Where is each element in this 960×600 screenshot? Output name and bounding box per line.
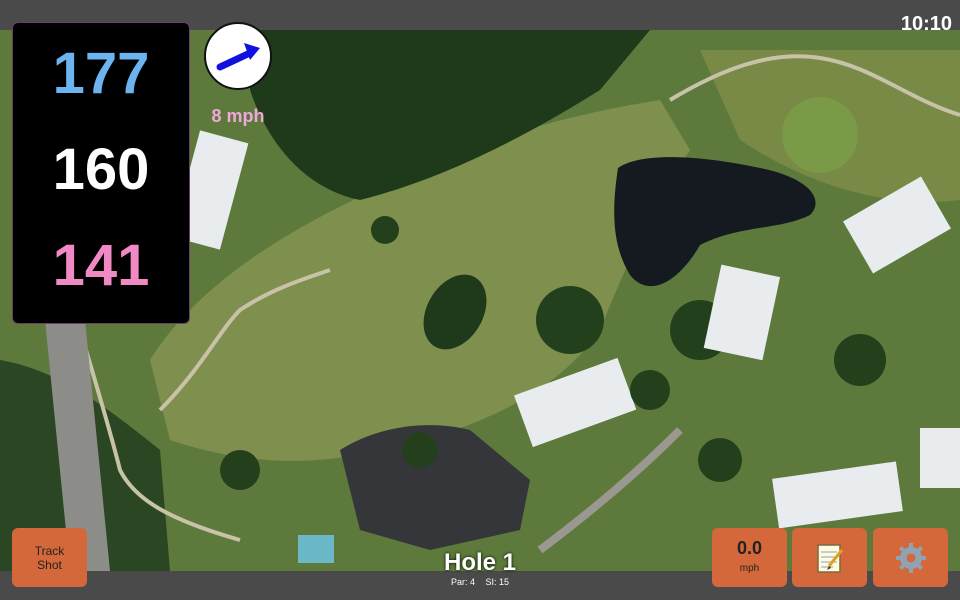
back-distance: 177 [52,41,150,106]
track-shot-label-line1: Track [34,543,65,558]
track-shot-button[interactable]: Track Shot [12,528,87,587]
notes-button[interactable] [792,528,867,587]
wind-meter-button[interactable]: 0.0 mph [712,528,787,587]
hole-par: Par: 4 [450,577,475,587]
hole-stroke-index: SI: 15 [485,577,510,587]
hole-title: Hole 1 [443,549,517,576]
wind-meter-unit: mph [739,563,760,574]
wind-direction-indicator [204,22,272,90]
wind-arrow-icon [216,43,260,71]
gear-icon [895,542,926,573]
wind-speed: 8 mph [211,106,265,126]
notepad-icon [816,543,843,573]
settings-button[interactable] [873,528,948,587]
wind-meter-value: 0.0 [736,538,763,558]
distance-panel: 177 160 141 [12,22,190,324]
middle-distance: 160 [52,137,150,202]
hole-info: Par: 4 SI: 15 [380,577,580,587]
front-distance: 141 [52,233,150,298]
track-shot-label-line2: Shot [37,557,62,572]
